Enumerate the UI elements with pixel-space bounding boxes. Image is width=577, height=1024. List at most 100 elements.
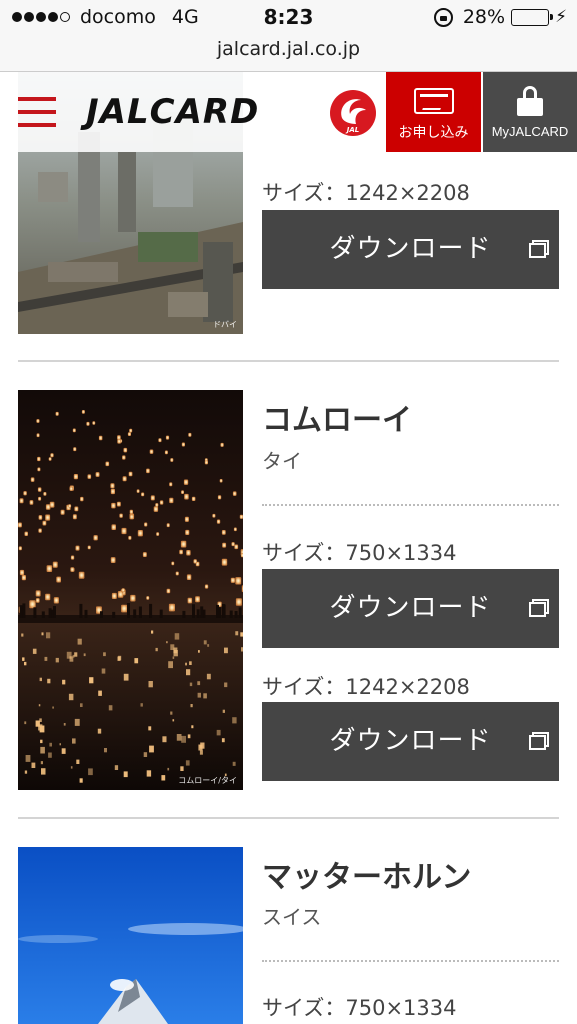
lantern <box>18 522 22 528</box>
lantern-reflection <box>166 641 168 644</box>
url-text[interactable]: jalcard.jal.co.jp <box>217 38 360 60</box>
hamburger-menu-icon[interactable] <box>18 97 56 127</box>
lantern <box>169 497 174 504</box>
lantern <box>72 428 76 433</box>
lantern <box>23 491 27 496</box>
lantern <box>149 449 154 454</box>
lantern-reflection <box>24 661 27 666</box>
dotted-separator <box>262 504 559 506</box>
lantern-reflection <box>77 638 82 645</box>
lantern <box>110 557 116 563</box>
lantern <box>185 529 190 535</box>
lantern <box>70 555 75 560</box>
crowd-silhouette <box>138 606 142 618</box>
lantern <box>42 520 47 526</box>
lantern <box>95 472 100 477</box>
crowd-silhouette <box>238 607 242 618</box>
lantern-reflection <box>123 771 128 778</box>
lantern-reflection <box>161 775 166 781</box>
lantern <box>35 598 40 603</box>
lantern-reflection <box>104 748 107 753</box>
crowd-silhouette <box>33 607 37 618</box>
lantern <box>87 474 92 479</box>
lantern <box>235 598 242 606</box>
crowd-silhouette <box>127 603 130 618</box>
lantern <box>156 532 160 536</box>
lantern <box>45 514 51 521</box>
apply-button[interactable]: お申し込み <box>386 72 481 152</box>
download-button[interactable]: ダウンロード <box>262 702 559 781</box>
lantern-reflection <box>63 723 66 726</box>
wallpaper-thumbnail-khomloy[interactable]: コムローイ/タイ <box>18 390 243 790</box>
crowd-silhouette <box>182 610 186 618</box>
credit-card-icon <box>414 88 454 114</box>
lantern-reflection <box>140 703 143 707</box>
lantern <box>164 450 168 455</box>
lantern-reflection <box>189 661 192 665</box>
size-label: サイズ：1242×2208 <box>262 181 470 205</box>
lantern <box>186 550 191 556</box>
lantern <box>121 527 127 535</box>
lantern <box>137 530 143 537</box>
lantern <box>168 603 175 612</box>
padlock-icon <box>517 86 543 116</box>
lantern <box>73 474 78 480</box>
lantern <box>48 457 52 461</box>
size-label: サイズ：1242×2208 <box>262 675 470 699</box>
lantern <box>116 501 121 507</box>
status-bar: docomo 4G 8:23 28% ⚡ <box>0 0 577 36</box>
lantern-reflection <box>25 755 31 762</box>
crowd-silhouette <box>149 603 153 618</box>
lantern-reflection <box>74 652 78 657</box>
lantern <box>43 492 47 496</box>
lantern-reflection <box>40 739 43 744</box>
status-right: 28% ⚡ <box>433 6 567 28</box>
lantern <box>38 528 42 533</box>
lantern-reflection <box>89 677 94 684</box>
crowd-silhouette <box>100 611 103 618</box>
address-bar[interactable]: jalcard.jal.co.jp <box>0 36 577 72</box>
lantern-reflection <box>199 750 203 755</box>
lantern <box>52 561 58 568</box>
crowd-silhouette <box>222 610 226 618</box>
lantern <box>80 496 84 502</box>
my-jalcard-button[interactable]: MyJALCARD <box>483 72 577 152</box>
lantern-reflection <box>72 738 76 744</box>
lantern-reflection <box>66 651 72 659</box>
lantern <box>129 428 133 433</box>
lantern <box>123 447 128 453</box>
jalcard-logo[interactable]: JALCARD <box>86 92 259 132</box>
lantern <box>53 597 59 604</box>
lantern <box>158 438 162 443</box>
download-button-label: ダウンロード <box>329 234 492 264</box>
lantern <box>121 588 125 593</box>
lantern-reflection <box>41 632 44 636</box>
lantern <box>111 524 116 530</box>
download-button[interactable]: ダウンロード <box>262 210 559 289</box>
lantern <box>212 513 216 518</box>
lantern-reflection <box>62 679 66 685</box>
lantern <box>181 442 185 447</box>
lantern <box>204 584 209 589</box>
lantern-reflection <box>101 668 106 674</box>
lantern-reflection <box>83 653 86 657</box>
lantern-reflection <box>143 752 148 757</box>
lantern <box>221 558 228 566</box>
lantern-reflection <box>40 761 43 765</box>
wallpaper-thumbnail-matterhorn[interactable] <box>18 847 243 1024</box>
lantern-reflection <box>44 656 48 661</box>
crowd-silhouette <box>53 606 56 618</box>
lantern-reflection <box>173 647 178 654</box>
lantern-reflection <box>76 759 80 764</box>
download-button[interactable]: ダウンロード <box>262 569 559 648</box>
lantern <box>117 435 121 440</box>
lantern <box>45 593 51 601</box>
lantern-reflection <box>117 656 121 661</box>
crowd-silhouette <box>22 603 26 618</box>
lantern <box>239 514 243 519</box>
lantern-reflection <box>24 770 28 774</box>
lantern <box>142 552 147 557</box>
rotation-lock-icon <box>433 7 453 27</box>
lantern <box>184 493 189 500</box>
lantern-reflection <box>68 693 74 701</box>
